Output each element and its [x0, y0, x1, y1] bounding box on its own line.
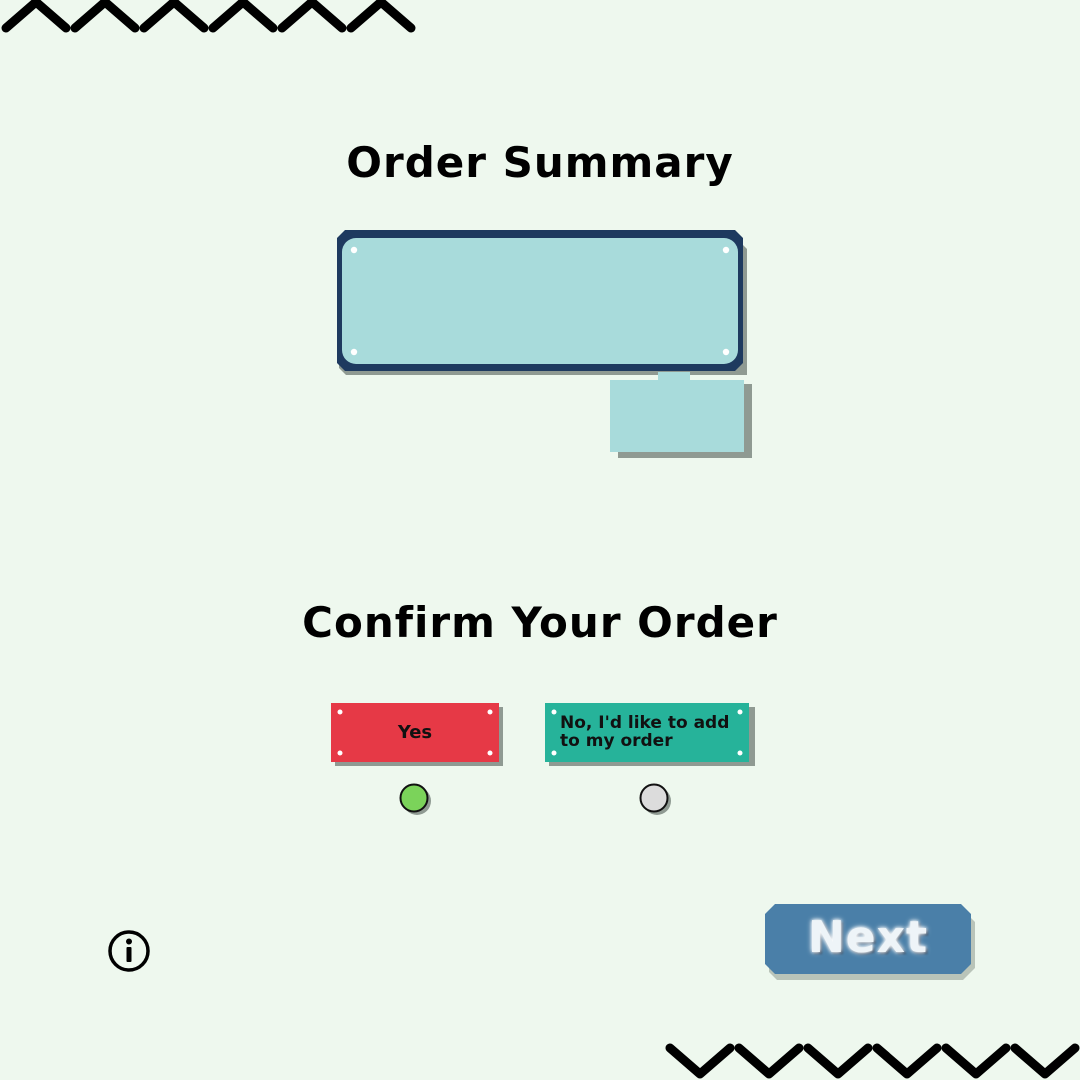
zigzag-down-icon	[665, 1043, 1080, 1079]
order-summary-heading: Order Summary	[346, 138, 734, 187]
yes-button-label: Yes	[397, 722, 433, 743]
order-confirmation-screen: Order Summary Confirm Your Order Yes No,…	[0, 0, 1080, 1080]
order-summary-tab	[610, 372, 752, 458]
no-add-to-order-button[interactable]: No, I'd like to add to my order	[545, 703, 755, 766]
yes-button[interactable]: Yes	[331, 703, 503, 766]
next-button-label: Next	[807, 912, 929, 963]
no-radio-unselected[interactable]	[638, 782, 672, 816]
zigzag-up-icon	[1, 0, 416, 33]
confirm-order-heading: Confirm Your Order	[302, 598, 778, 647]
next-button[interactable]: Next	[765, 904, 975, 980]
info-icon[interactable]	[107, 929, 151, 973]
order-summary-panel	[337, 230, 747, 375]
yes-radio-selected[interactable]	[398, 782, 432, 816]
no-button-label: No, I'd like to add to my order	[560, 713, 730, 751]
